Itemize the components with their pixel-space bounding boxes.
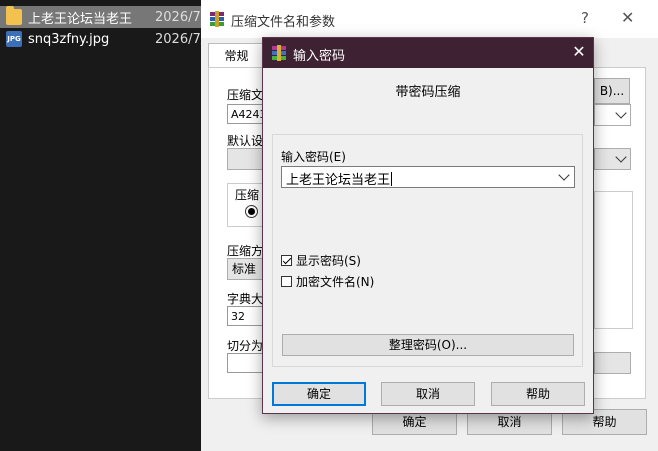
- default-profile-label: 默认设: [227, 134, 264, 148]
- cancel-button[interactable]: 取消: [381, 382, 475, 406]
- organize-passwords-button[interactable]: 整理密码(O)...: [282, 334, 574, 356]
- format-group-label: 压缩: [235, 186, 260, 203]
- file-date: 2026/7/: [155, 9, 206, 25]
- encrypt-names-label: 加密文件名(N): [296, 275, 375, 289]
- password-dialog: 输入密码 ✕ 带密码压缩 输入密码(E) 上老王论坛当老王 显示密码(S) 加密…: [262, 37, 594, 414]
- archive-name-input[interactable]: A4243: [227, 104, 267, 124]
- password-dialog-title: 输入密码: [293, 49, 346, 64]
- encrypt-names-checkbox[interactable]: [281, 276, 292, 287]
- archive-dialog-titlebar: 压缩文件名和参数 ? ✕: [201, 0, 658, 38]
- close-icon[interactable]: ✕: [621, 8, 634, 27]
- show-password-label: 显示密码(S): [296, 254, 361, 268]
- tab-general[interactable]: 常规: [208, 43, 265, 68]
- help-button[interactable]: 帮助: [491, 382, 585, 406]
- archive-dialog-title: 压缩文件名和参数: [231, 15, 336, 30]
- show-password-checkbox-row[interactable]: 显示密码(S): [281, 252, 361, 269]
- options-list: [594, 191, 633, 329]
- file-date: 2026/7/: [155, 31, 206, 47]
- split-dropdown[interactable]: [594, 352, 631, 374]
- dialog-header: 带密码压缩: [263, 69, 593, 131]
- archive-name-dropdown[interactable]: [594, 104, 631, 126]
- password-value-wrap: 上老王论坛当老王: [286, 169, 393, 188]
- password-dialog-titlebar: 输入密码 ✕: [263, 38, 593, 68]
- help-icon[interactable]: ?: [581, 9, 589, 27]
- file-row-folder[interactable]: 上老王论坛当老王 2026/7/: [0, 6, 205, 28]
- method-combo[interactable]: 标准: [227, 258, 267, 280]
- encrypt-names-checkbox-row[interactable]: 加密文件名(N): [281, 273, 374, 290]
- split-input[interactable]: [227, 353, 267, 373]
- text-caret: [391, 172, 393, 186]
- folder-icon: [6, 6, 22, 25]
- format-radio[interactable]: [245, 205, 258, 218]
- header-text: 带密码压缩: [395, 85, 461, 100]
- close-icon[interactable]: ✕: [569, 42, 589, 61]
- split-label: 切分为: [227, 339, 264, 353]
- archive-name-label: 压缩文: [227, 88, 264, 102]
- dictionary-input[interactable]: 32: [227, 306, 267, 326]
- show-password-checkbox[interactable]: [281, 255, 292, 266]
- chevron-down-icon: [615, 151, 627, 163]
- dictionary-label: 字典大: [227, 292, 264, 306]
- method-label: 压缩方: [227, 244, 264, 258]
- file-row-jpg[interactable]: JPG snq3zfny.jpg 2026/7/: [0, 28, 205, 50]
- password-input[interactable]: 上老王论坛当老王: [281, 166, 575, 188]
- password-value: 上老王论坛当老王: [286, 173, 391, 188]
- chevron-down-icon: [615, 107, 627, 119]
- ok-button[interactable]: 确定: [272, 382, 366, 406]
- chevron-down-icon[interactable]: [558, 169, 570, 181]
- winrar-icon: [210, 11, 224, 27]
- profile-dropdown[interactable]: [594, 148, 631, 170]
- file-explorer-list: 上老王论坛当老王 2026/7/ JPG snq3zfny.jpg 2026/7…: [0, 0, 205, 451]
- winrar-icon: [272, 45, 286, 61]
- browse-button[interactable]: B)...: [594, 78, 630, 104]
- password-label: 输入密码(E): [281, 150, 346, 164]
- jpg-file-icon: JPG: [6, 31, 22, 47]
- profile-combo[interactable]: [227, 148, 267, 170]
